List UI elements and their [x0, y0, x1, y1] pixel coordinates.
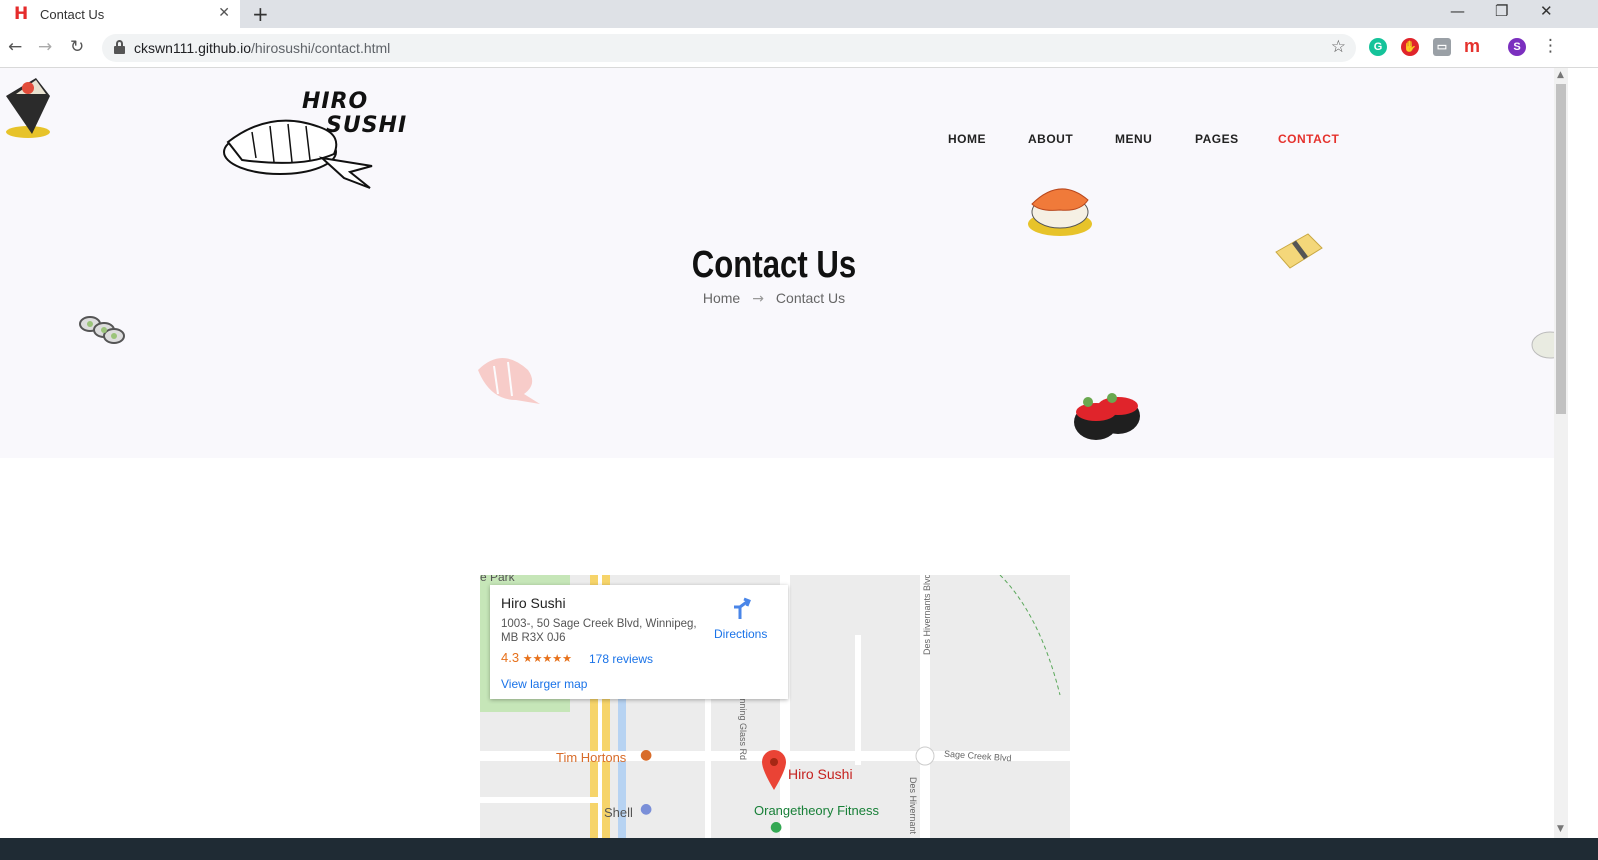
grammarly-extension-icon[interactable]: G [1369, 38, 1387, 56]
browser-tab[interactable]: H Contact Us ✕ [0, 0, 240, 28]
rating-stars-icon: ★★★★★ [522, 653, 573, 665]
logo-text: HIRO SUSHI [302, 89, 408, 138]
favicon-icon: H [14, 4, 29, 24]
shrimp-sushi-icon [478, 358, 540, 404]
tab-title: Contact Us [40, 6, 105, 22]
m-extension-icon[interactable]: m [1463, 37, 1481, 56]
minimize-icon[interactable]: — [1450, 2, 1465, 20]
nav-contact[interactable]: CONTACT [1278, 132, 1339, 146]
nav-home[interactable]: HOME [948, 132, 986, 146]
close-window-icon[interactable]: ✕ [1540, 2, 1553, 20]
ikura-gunkan-icon [1074, 393, 1140, 440]
close-tab-icon[interactable]: ✕ [218, 5, 230, 21]
nav-pages[interactable]: PAGES [1195, 132, 1239, 146]
salmon-nigiri-icon [1028, 188, 1092, 236]
bookmark-star-icon[interactable]: ☆ [1331, 37, 1346, 57]
map-marker-icon[interactable] [762, 750, 786, 792]
map-label-shell[interactable]: Shell [604, 805, 633, 820]
restore-icon[interactable]: ❐ [1495, 2, 1508, 20]
nav-menu[interactable]: MENU [1115, 132, 1152, 146]
coffee-pin-icon: ● [640, 747, 653, 763]
lock-icon [114, 40, 125, 54]
hero-section: HIRO SUSHI HOME ABOUT MENU PAGES CONTACT [0, 68, 1554, 458]
new-tab-icon[interactable]: + [252, 2, 269, 26]
site-logo[interactable]: HIRO SUSHI [222, 90, 412, 190]
maki-rolls-icon [79, 316, 125, 344]
scroll-thumb[interactable] [1556, 84, 1566, 414]
browser-tab-bar: H Contact Us ✕ + — ❐ ✕ [0, 0, 1598, 28]
menu-dots-icon[interactable]: ⋮ [1542, 36, 1559, 56]
browser-toolbar: ← → ↻ ckswn111.github.io/hirosushi/conta… [0, 28, 1598, 68]
profile-avatar[interactable]: S [1508, 38, 1526, 56]
reload-icon[interactable]: ↻ [70, 37, 84, 57]
scroll-down-icon[interactable]: ▼ [1557, 824, 1564, 834]
scroll-up-icon[interactable]: ▲ [1557, 70, 1564, 80]
partial-sushi-icon [1531, 331, 1554, 359]
page-scrollbar[interactable]: ▲ ▼ [1554, 68, 1568, 838]
breadcrumb-current: Contact Us [775, 290, 846, 306]
directions-link[interactable]: Directions [714, 627, 767, 641]
forward-icon[interactable]: → [38, 37, 52, 57]
arrow-right-icon: → [752, 291, 764, 307]
gas-station-pin-icon: ● [640, 801, 653, 817]
place-name: Hiro Sushi [501, 595, 566, 611]
temaki-sushi-icon [6, 78, 50, 138]
os-taskbar [0, 838, 1598, 860]
map-label-park: e Park [480, 575, 515, 584]
map-label-tim-hortons[interactable]: Tim Hortons [556, 750, 626, 765]
url-text: ckswn111.github.io/hirosushi/contact.htm… [134, 40, 391, 56]
reviews-link[interactable]: 178 reviews [589, 652, 653, 666]
map-label-hiro-sushi[interactable]: Hiro Sushi [788, 766, 853, 782]
road-label-des-hivernants: Des Hivernants Blvd [922, 575, 932, 655]
adblock-extension-icon[interactable]: ✋ [1401, 38, 1419, 56]
breadcrumb-home[interactable]: Home [703, 290, 740, 306]
nav-about[interactable]: ABOUT [1028, 132, 1073, 146]
embedded-map[interactable]: e Park Tim Hortons ● Shell ● Hiro Sushi … [480, 575, 1070, 838]
map-info-card: Hiro Sushi 1003-, 50 Sage Creek Blvd, Wi… [490, 585, 788, 699]
page-content: HIRO SUSHI HOME ABOUT MENU PAGES CONTACT [0, 68, 1554, 838]
map-label-orangetheory[interactable]: Orangetheory Fitness [754, 803, 879, 818]
view-larger-map-link[interactable]: View larger map [501, 677, 587, 691]
cast-extension-icon[interactable]: ▭ [1433, 38, 1451, 56]
road-label-des-hivernants-south: Des Hivernant [908, 777, 918, 835]
back-icon[interactable]: ← [8, 37, 22, 57]
place-rating: 4.3 ★★★★★ [501, 650, 573, 665]
page-title: Contact Us [691, 244, 857, 286]
address-bar[interactable]: ckswn111.github.io/hirosushi/contact.htm… [102, 34, 1356, 62]
place-address: 1003-, 50 Sage Creek Blvd, Winnipeg, MB … [501, 618, 697, 644]
breadcrumb: Home → Contact Us [0, 290, 1548, 307]
fitness-pin-icon: ● [770, 819, 783, 835]
directions-icon[interactable] [730, 597, 752, 621]
